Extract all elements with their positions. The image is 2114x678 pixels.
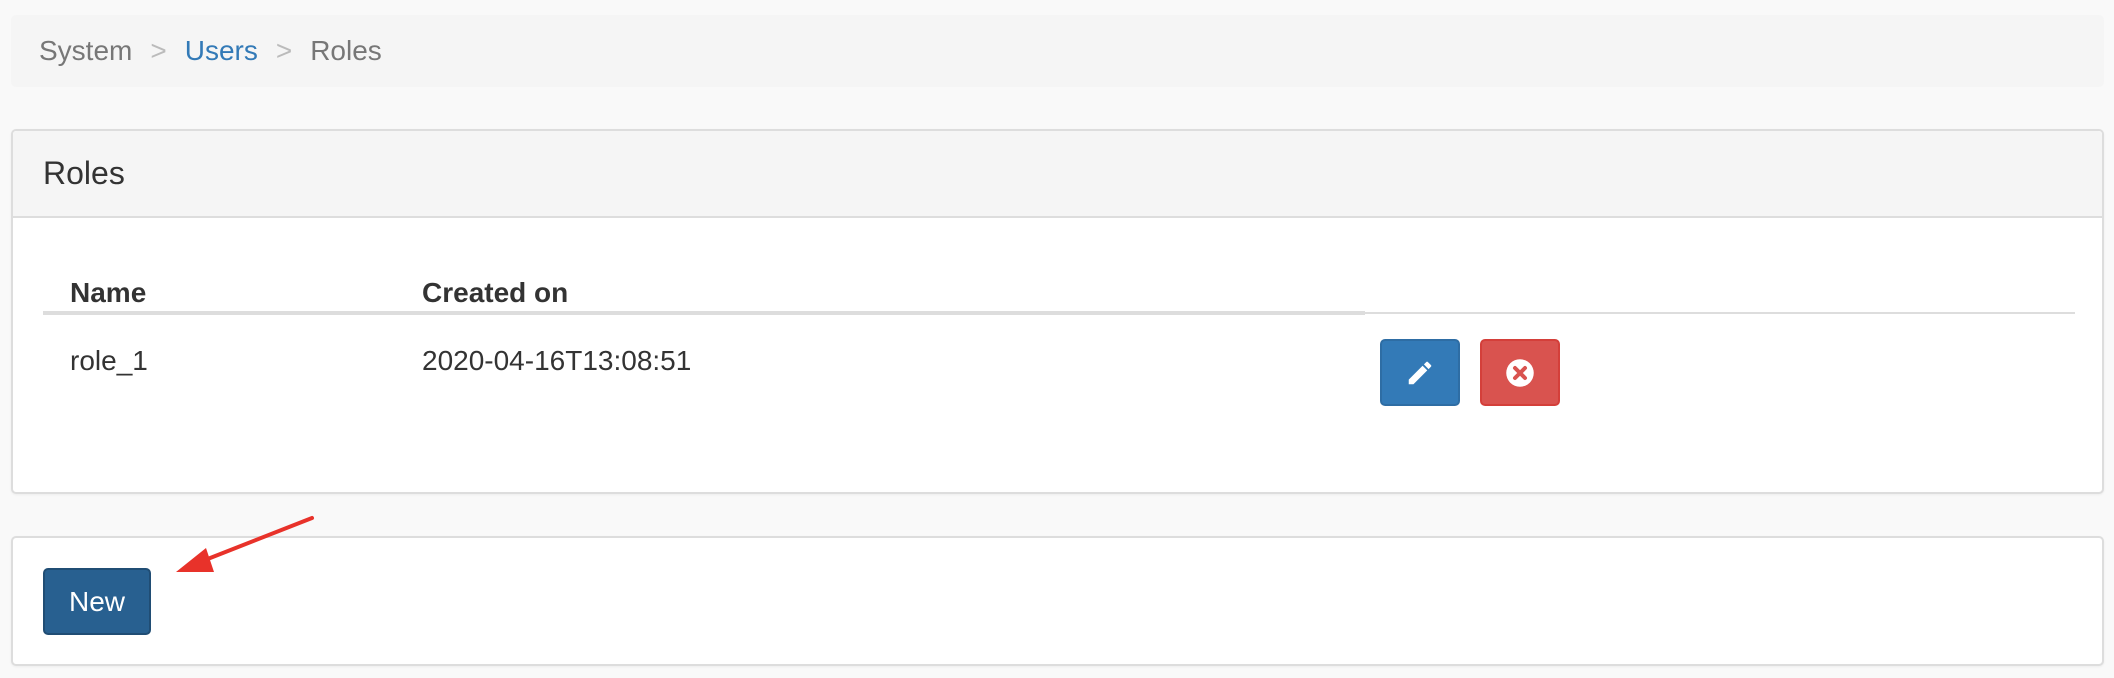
header-divider (43, 311, 1365, 315)
created-on-cell: 2020-04-16T13:08:51 (422, 345, 692, 376)
delete-role-button[interactable] (1480, 339, 1560, 406)
edit-role-button[interactable] (1380, 339, 1460, 406)
role-name-cell: role_1 (70, 345, 148, 376)
column-header-name: Name (70, 277, 147, 308)
actions-panel: New (11, 536, 2104, 666)
breadcrumb-item-roles: Roles (310, 35, 382, 66)
breadcrumb: System > Users > Roles (11, 15, 2104, 87)
pencil-icon (1408, 361, 1432, 384)
remove-circle-icon (1506, 358, 1534, 387)
panel-title: Roles (13, 131, 2102, 218)
header-divider (1365, 312, 2075, 314)
breadcrumb-item-system: System (39, 35, 133, 66)
breadcrumb-separator: > (150, 35, 167, 66)
column-header-created-on: Created on (422, 277, 569, 308)
breadcrumb-link-users[interactable]: Users (185, 35, 258, 67)
new-role-button[interactable]: New (43, 568, 151, 635)
roles-panel: Roles Name Created on role_1 2020-04-16T… (11, 129, 2104, 494)
roles-table: Name Created on role_1 2020-04-16T13:08:… (43, 231, 2075, 425)
breadcrumb-separator: > (275, 35, 293, 66)
table-row: role_1 2020-04-16T13:08:51 (43, 325, 2075, 425)
table-header: Name Created on (43, 231, 2075, 325)
